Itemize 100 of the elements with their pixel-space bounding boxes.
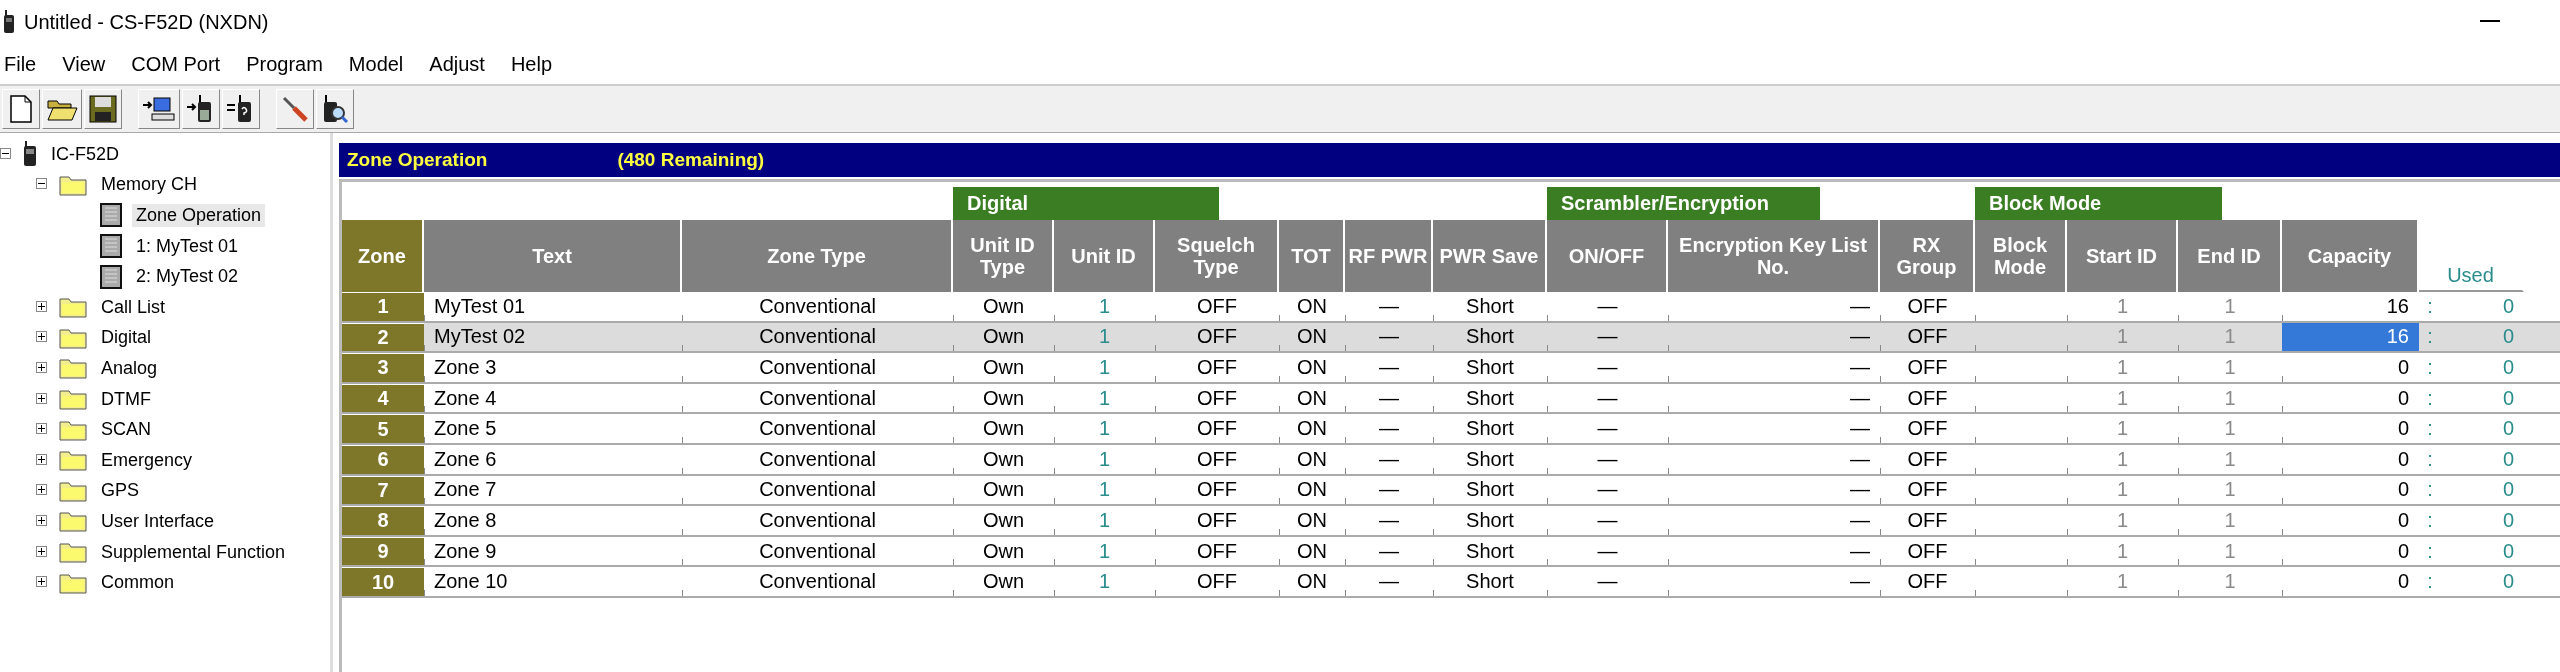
table-row[interactable]: 1 MyTest 01 Conventional Own 1 OFF ON — Short — — OFF 1 1 16 : 0 <box>342 292 2560 323</box>
folder-icon <box>59 449 87 472</box>
expand-toggle[interactable] <box>36 423 49 437</box>
expand-toggle[interactable] <box>36 576 49 590</box>
table-row[interactable]: 3 Zone 3 Conventional Own 1 OFF ON — Short — — OFF 1 1 0 : 0 <box>342 353 2560 384</box>
panel-title: Zone Operation <box>347 149 488 171</box>
expand-toggle[interactable] <box>36 545 49 559</box>
table-cell-text: 0 <box>2501 507 2515 533</box>
row-number: 6 <box>342 444 424 474</box>
clone-button[interactable] <box>222 89 260 129</box>
tree-item[interactable]: 2: MyTest 02 <box>132 265 243 289</box>
radio-icon <box>2 10 16 34</box>
tree-item[interactable]: Memory CH <box>97 173 201 197</box>
separator-text: : <box>2426 477 2434 503</box>
row-number: 10 <box>342 567 424 596</box>
adjust-button[interactable] <box>276 89 314 129</box>
arrow-to-computer-icon <box>142 95 176 123</box>
screwdriver-icon <box>280 95 310 123</box>
table-row[interactable]: 6 Zone 6 Conventional Own 1 OFF ON — Short — — OFF 1 1 0 : 0 <box>342 444 2560 476</box>
tree-item[interactable]: GPS <box>97 479 143 503</box>
memory-page-icon <box>100 264 122 289</box>
menu-item[interactable]: Program <box>242 52 335 76</box>
table-row[interactable]: 5 Zone 5 Conventional Own 1 OFF ON — Short — — OFF 1 1 0 : 0 <box>342 414 2560 445</box>
table-row[interactable]: 2 MyTest 02 Conventional Own 1 OFF ON — Short — — OFF 1 1 16 : 0 <box>342 322 2560 354</box>
table-row[interactable]: 8 Zone 8 Conventional Own 1 OFF ON — Short — — OFF 1 1 0 : 0 <box>342 506 2560 537</box>
tree-item[interactable]: DTMF <box>97 387 155 411</box>
new-file-button[interactable] <box>2 89 40 129</box>
column-header: Block Mode <box>1975 220 2067 292</box>
table-cell-text: 0 <box>2501 355 2515 380</box>
menu-item[interactable]: Help <box>506 52 565 76</box>
menu-item[interactable]: View <box>58 52 118 76</box>
column-header: Unit ID Type <box>953 220 1054 292</box>
row-number: 9 <box>342 536 424 566</box>
group-header: Digital <box>953 187 1219 220</box>
expand-toggle[interactable] <box>36 453 49 467</box>
row-number: 8 <box>342 506 424 535</box>
row-number: 5 <box>342 414 424 443</box>
folder-icon <box>59 296 87 319</box>
table-cell-text: 0 <box>2501 293 2515 319</box>
tree-item[interactable]: Digital <box>97 326 156 350</box>
collapse-toggle[interactable] <box>36 178 49 192</box>
row-number: 7 <box>342 475 424 505</box>
table-cell-text: 0 <box>2501 446 2515 472</box>
tree-item[interactable]: 1: MyTest 01 <box>132 234 243 258</box>
tree-item[interactable]: User Interface <box>97 509 219 533</box>
tree-item[interactable]: Supplemental Function <box>97 540 290 564</box>
memory-page-icon <box>100 234 122 259</box>
separator-text: : <box>2426 355 2434 380</box>
open-file-button[interactable] <box>42 89 82 129</box>
table-row[interactable]: 7 Zone 7 Conventional Own 1 OFF ON — Short — — OFF 1 1 0 : 0 <box>342 475 2560 507</box>
blank-page-icon <box>9 95 33 123</box>
collapse-toggle[interactable] <box>0 147 13 161</box>
row-number: 2 <box>342 322 424 352</box>
table-cell-text: 0 <box>2501 416 2515 442</box>
menu-item[interactable]: File <box>0 52 49 76</box>
table-cell-text: 0 <box>2501 538 2515 564</box>
column-header: Encryption Key List No. <box>1668 220 1880 292</box>
folder-icon <box>59 357 87 380</box>
tree-item[interactable]: Analog <box>97 356 162 380</box>
table-row[interactable]: 9 Zone 9 Conventional Own 1 OFF ON — Short — — OFF 1 1 0 : 0 <box>342 536 2560 568</box>
tree-item[interactable]: Common <box>97 571 179 595</box>
table-cell-text: 0 <box>2501 569 2515 595</box>
table-cell-text: 0 <box>2501 324 2515 350</box>
expand-toggle[interactable] <box>36 392 49 406</box>
table-row[interactable]: 10 Zone 10 Conventional Own 1 OFF ON — Short — — OFF 1 1 0 : 0 <box>342 567 2560 598</box>
column-header: RX Group <box>1880 220 1975 292</box>
separator-text: : <box>2426 385 2434 411</box>
row-number: 4 <box>342 383 424 413</box>
tree-item[interactable]: Emergency <box>97 448 197 472</box>
expand-toggle[interactable] <box>36 514 49 528</box>
separator-text: : <box>2426 293 2434 319</box>
menu-item[interactable]: COM Port <box>127 52 233 76</box>
inspect-button[interactable] <box>316 89 354 129</box>
separator-text: : <box>2426 446 2434 472</box>
save-button[interactable] <box>84 89 122 129</box>
column-header: Start ID <box>2067 220 2178 292</box>
tree-item[interactable]: SCAN <box>97 418 155 442</box>
table-cell[interactable]: 16 <box>2282 322 2419 352</box>
memory-page-icon <box>100 203 122 228</box>
column-header: Zone <box>342 220 424 292</box>
menu-item[interactable]: Model <box>344 52 416 76</box>
read-button[interactable] <box>138 89 180 129</box>
separator-text: : <box>2426 507 2434 533</box>
expand-toggle[interactable] <box>36 331 49 345</box>
expand-toggle[interactable] <box>36 361 49 375</box>
column-header: RF PWR <box>1345 220 1433 292</box>
column-header: Unit ID <box>1054 220 1155 292</box>
tree-item[interactable]: Zone Operation <box>132 204 266 227</box>
separator-text: : <box>2426 538 2434 564</box>
column-header: End ID <box>2178 220 2282 292</box>
minimize-icon[interactable] <box>2480 20 2500 24</box>
expand-toggle[interactable] <box>36 300 49 314</box>
tree-item[interactable]: IC-F52D <box>47 142 123 166</box>
write-button[interactable] <box>182 89 220 129</box>
menu-item[interactable]: Adjust <box>425 52 497 76</box>
expand-toggle[interactable] <box>36 484 49 498</box>
column-header: TOT <box>1279 220 1345 292</box>
tree-item[interactable]: Call List <box>97 295 170 319</box>
table-row[interactable]: 4 Zone 4 Conventional Own 1 OFF ON — Short — — OFF 1 1 0 : 0 <box>342 383 2560 415</box>
remaining-count: (480 Remaining) <box>617 149 765 171</box>
